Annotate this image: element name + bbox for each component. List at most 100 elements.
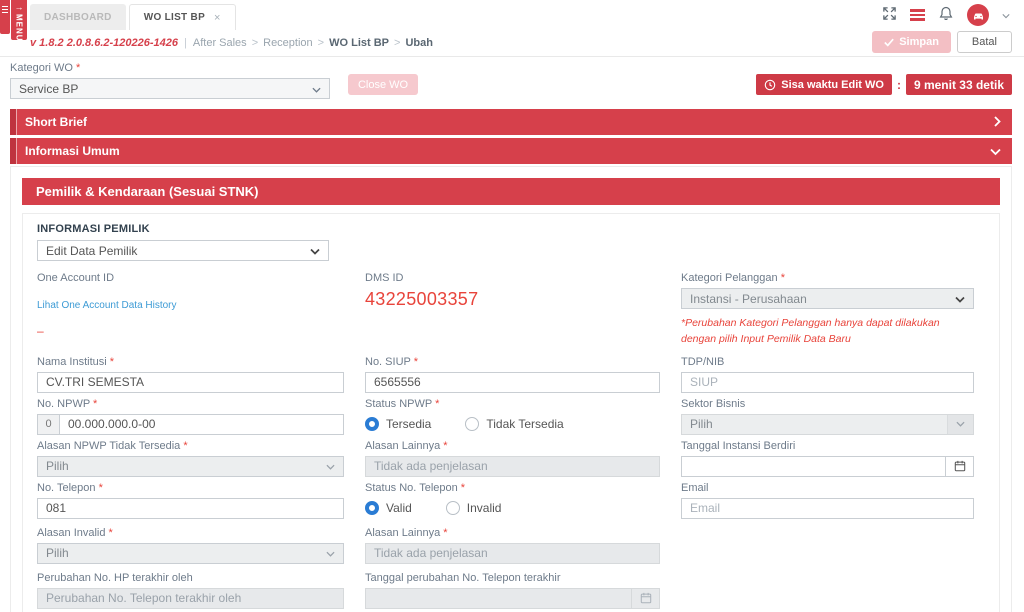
chevron-down-icon [312,82,321,96]
radio-tidak-tersedia[interactable]: Tidak Tersedia [465,417,563,431]
timer-value-badge: 9 menit 33 detik [906,74,1012,95]
one-account-block: One Account ID Lihat One Account Data Hi… [37,272,344,348]
top-bar: → MENU DASHBOARD WO LIST BP × [0,0,1024,30]
radio-selected-icon [365,417,379,431]
mode-select-value: Edit Data Pemilik [46,244,137,258]
edit-timer: Sisa waktu Edit WO : 9 menit 33 detik [756,74,1012,95]
top-icons [882,2,1010,28]
chevron-right-icon [994,116,1001,130]
breadcrumb-chevron: > [252,37,258,49]
close-tab-icon[interactable]: × [214,12,221,24]
dms-id-block: DMS ID 43225003357 [365,272,660,348]
calendar-icon[interactable] [945,457,973,476]
no-siup-label: No. SIUP [365,356,660,368]
accordion-title: Informasi Umum [25,144,120,158]
chevron-down-icon [955,292,965,306]
accordion-title: Short Brief [25,115,87,129]
sektor-bisnis-value: Pilih [682,415,947,434]
close-wo-button[interactable]: Close WO [348,74,418,95]
breadcrumb-reception[interactable]: Reception [263,37,313,49]
no-telepon-input[interactable] [37,498,344,519]
tab-dashboard[interactable]: DASHBOARD [30,4,126,30]
npwp-input-group: 0 [37,414,344,435]
timer-label-badge: Sisa waktu Edit WO [756,74,892,95]
cancel-button[interactable]: Batal [957,31,1012,53]
row-alasan-npwp: Alasan NPWP Tidak Tersedia Pilih Alasan … [37,440,985,477]
informasi-pemilik-heading: INFORMASI PEMILIK [37,223,985,235]
kategori-wo-value: Service BP [19,82,78,96]
email-input[interactable] [681,498,974,519]
alasan-lainnya-npwp-input [365,456,660,477]
clock-icon [764,79,776,91]
no-siup-input[interactable] [365,372,660,393]
user-avatar[interactable] [967,4,989,26]
sektor-bisnis-select: Pilih [681,414,974,435]
app-version: v 1.8.2 2.0.8.6.2-120226-1426 [30,37,178,49]
status-telepon-radios: Valid Invalid [365,498,660,519]
radio-tersedia[interactable]: Tersedia [365,417,431,431]
chevron-down-icon [947,415,973,434]
radio-selected-icon [365,501,379,515]
alasan-lainnya-telepon-label: Alasan Lainnya [365,527,660,539]
row-alasan-invalid: Alasan Invalid Pilih Alasan Lainnya [37,527,985,564]
alasan-invalid-select: Pilih [37,543,344,564]
radio-invalid[interactable]: Invalid [446,501,502,515]
tdp-nib-label: TDP/NIB [681,356,974,368]
radio-label: Valid [386,501,412,515]
radio-unselected-icon [465,417,479,431]
tdp-nib-input[interactable] [681,372,974,393]
kategori-wo-select[interactable]: Service BP [10,78,330,99]
tab-label: DASHBOARD [44,12,112,23]
nama-institusi-input[interactable] [37,372,344,393]
status-npwp-label: Status NPWP [365,398,660,410]
one-account-value: – [37,324,344,338]
radio-label: Tersedia [386,417,431,431]
kategori-pelanggan-select[interactable]: Instansi - Perusahaan [681,288,974,309]
npwp-prefix: 0 [37,414,59,435]
menu-bars-icon[interactable] [910,7,925,23]
breadcrumb-after-sales[interactable]: After Sales [193,37,247,49]
status-telepon-label: Status No. Telepon [365,482,660,494]
bell-icon[interactable] [938,6,954,25]
tab-label: WO LIST BP [144,12,205,23]
email-label: Email [681,482,974,494]
tanggal-instansi-input[interactable] [682,457,945,476]
row-telepon: No. Telepon Status No. Telepon Valid Inv… [37,482,985,519]
calendar-icon [631,589,659,608]
caret-down-icon[interactable] [1002,8,1010,22]
breadcrumb-separator: | [184,37,187,49]
radio-label: Tidak Tersedia [486,417,563,431]
tab-bar: DASHBOARD WO LIST BP × [30,4,236,30]
chevron-down-icon [310,244,320,258]
one-account-history-link[interactable]: Lihat One Account Data History [37,300,177,311]
menu-toggle[interactable]: → MENU [11,0,27,40]
radio-label: Invalid [467,501,502,515]
tanggal-perubahan-label: Tanggal perubahan No. Telepon terakhir [365,572,660,584]
accordion-short-brief[interactable]: Short Brief [10,109,1012,135]
menu-label: MENU [15,14,24,42]
kategori-wo-label: Kategori WO [10,62,1012,74]
tab-wo-list-bp[interactable]: WO LIST BP × [129,4,236,30]
radio-valid[interactable]: Valid [365,501,412,515]
row-identity: One Account ID Lihat One Account Data Hi… [37,272,985,348]
timer-label: Sisa waktu Edit WO [781,79,884,91]
data-pemilik-mode-select[interactable]: Edit Data Pemilik [37,240,329,261]
accordion-informasi-umum[interactable]: Informasi Umum [10,138,1012,164]
breadcrumb-chevron: > [394,37,400,49]
save-button[interactable]: Simpan [872,31,951,53]
no-npwp-input[interactable] [59,414,344,435]
tanggal-instansi-datepicker [681,456,974,477]
section-pemilik-kendaraan: Pemilik & Kendaraan (Sesuai STNK) [22,178,1000,205]
wo-category-row: Kategori WO Service BP Close WO Sisa wak… [0,57,1024,103]
section-title: Pemilik & Kendaraan (Sesuai STNK) [36,184,259,199]
tanggal-instansi-label: Tanggal Instansi Berdiri [681,440,974,452]
fullscreen-icon[interactable] [882,6,897,24]
check-icon [884,38,894,47]
alasan-npwp-value: Pilih [46,459,69,473]
chevron-down-icon [990,145,1001,159]
breadcrumb-wo-list-bp[interactable]: WO List BP [329,37,389,49]
kategori-pelanggan-block: Kategori Pelanggan Instansi - Perusahaan… [681,272,974,348]
hamburger-icon[interactable] [0,0,10,34]
no-npwp-label: No. NPWP [37,398,344,410]
kategori-pelanggan-value: Instansi - Perusahaan [690,292,807,306]
